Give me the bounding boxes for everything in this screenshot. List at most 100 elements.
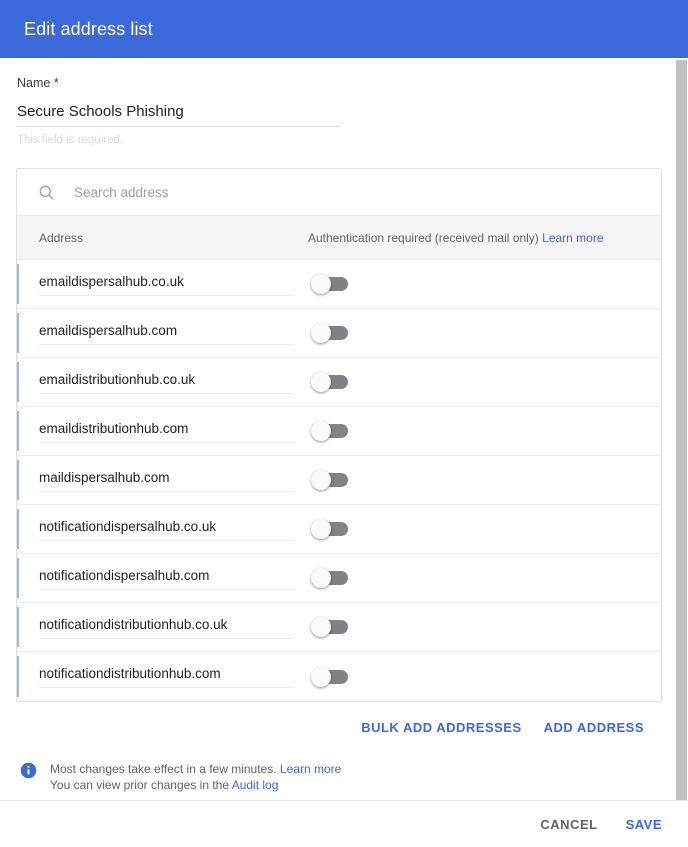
address-input-wrapper [39,371,294,394]
search-row [17,169,661,215]
column-header-address: Address [39,230,84,245]
info-notice-line-1: Most changes take effect in a few minute… [50,761,341,777]
address-cell [17,420,308,443]
page-title: Edit address list [24,18,153,39]
address-input-wrapper [39,469,294,492]
row-accent-bar [17,460,19,500]
authentication-required-toggle[interactable] [311,617,349,637]
authentication-required-toggle[interactable] [311,568,349,588]
address-input-wrapper [39,567,294,590]
info-notice-text: Most changes take effect in a few minute… [50,761,341,793]
authentication-required-toggle[interactable] [311,470,349,490]
authentication-cell [308,274,349,294]
address-cell [17,469,308,492]
audit-log-link[interactable]: Audit log [232,778,279,792]
address-cell [17,322,308,345]
table-row [17,603,661,652]
address-cell [17,273,308,296]
authentication-cell [308,421,349,441]
row-accent-bar [17,509,19,549]
row-accent-bar [17,264,19,304]
address-input[interactable] [39,518,294,534]
name-input[interactable] [17,103,341,120]
address-cell [17,616,308,639]
address-cell [17,567,308,590]
info-notice-line-2-text: You can view prior changes in the [50,778,230,792]
address-cell [17,371,308,394]
row-accent-bar [17,313,19,353]
address-list-card: Address Authentication required (receive… [16,168,662,702]
notice-learn-more-link[interactable]: Learn more [280,762,341,776]
address-input[interactable] [39,420,294,436]
authentication-required-toggle[interactable] [311,274,349,294]
address-input[interactable] [39,469,294,485]
info-icon [20,762,37,779]
toggle-knob [311,568,331,588]
dialog-body: Name * This field is required. Address A… [0,58,680,793]
authentication-cell [308,519,349,539]
name-input-wrapper [16,103,341,127]
add-address-button[interactable]: ADD ADDRESS [544,716,644,739]
toggle-knob [311,274,331,294]
name-field-label: Name * [17,76,59,90]
authentication-cell [308,372,349,392]
authentication-required-toggle[interactable] [311,519,349,539]
address-rows-container [17,260,661,701]
table-row [17,505,661,554]
toggle-knob [311,519,331,539]
address-input[interactable] [39,616,294,632]
row-accent-bar [17,607,19,647]
address-input[interactable] [39,322,294,338]
info-notice: Most changes take effect in a few minute… [16,739,664,793]
address-input-wrapper [39,322,294,345]
table-row [17,309,661,358]
authentication-required-toggle[interactable] [311,323,349,343]
address-cell [17,665,308,688]
auth-learn-more-link[interactable]: Learn more [542,231,603,245]
authentication-cell [308,323,349,343]
bulk-add-addresses-button[interactable]: BULK ADD ADDRESSES [361,716,521,739]
authentication-required-toggle[interactable] [311,421,349,441]
address-input[interactable] [39,273,294,289]
address-input-wrapper [39,616,294,639]
info-notice-line-1-text: Most changes take effect in a few minute… [50,762,277,776]
table-row [17,260,661,309]
authentication-cell [308,568,349,588]
address-input-wrapper [39,518,294,541]
authentication-required-toggle[interactable] [311,666,349,687]
toggle-knob [311,421,331,441]
name-field-block: Name * This field is required. [16,58,664,146]
row-accent-bar [17,656,19,697]
column-header-authentication-label: Authentication required (received mail o… [308,230,539,245]
table-row [17,652,661,701]
toggle-knob [311,666,331,687]
address-input-wrapper [39,665,294,688]
row-accent-bar [17,558,19,598]
scrollbar-thumb[interactable] [676,60,687,810]
save-button[interactable]: SAVE [624,812,664,837]
row-accent-bar [17,411,19,451]
vertical-scrollbar[interactable] [674,58,688,847]
authentication-cell [308,666,349,687]
authentication-required-toggle[interactable] [311,372,349,392]
dialog-footer: CANCEL SAVE [0,800,688,847]
toggle-knob [311,617,331,637]
info-notice-line-2: You can view prior changes in the Audit … [50,777,341,793]
search-input[interactable] [74,184,641,200]
cancel-button[interactable]: CANCEL [538,812,599,837]
search-icon [39,185,54,200]
toggle-knob [311,323,331,343]
toggle-knob [311,470,331,490]
column-header-authentication: Authentication required (received mail o… [308,231,604,245]
table-row [17,456,661,505]
address-input[interactable] [39,371,294,387]
table-row [17,554,661,603]
authentication-cell [308,470,349,490]
address-input-wrapper [39,273,294,296]
table-header: Address Authentication required (receive… [17,215,661,260]
row-accent-bar [17,362,19,402]
address-input[interactable] [39,666,294,681]
address-input[interactable] [39,567,294,583]
authentication-cell [308,617,349,637]
toggle-knob [311,372,331,392]
